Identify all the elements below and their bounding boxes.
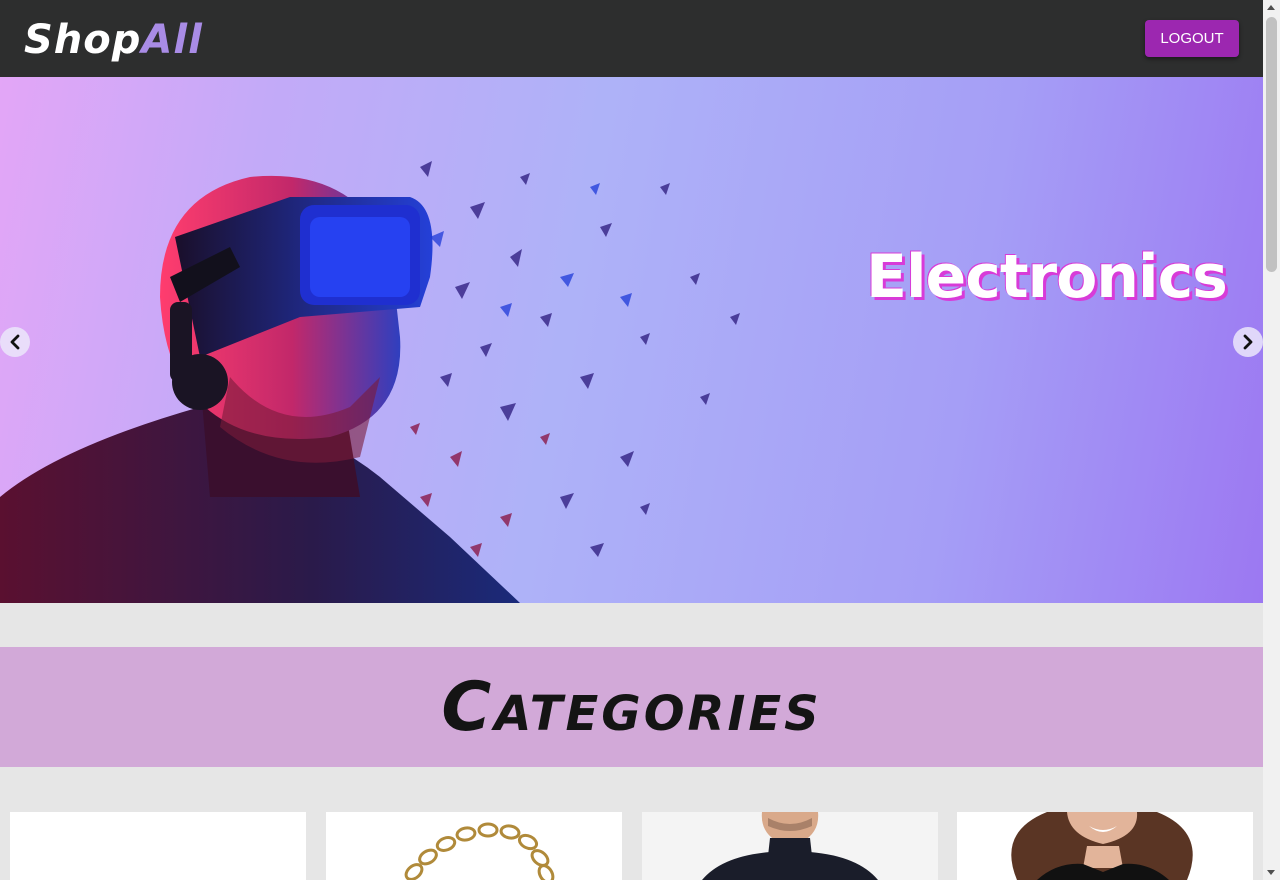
hero-category-title: Electronics: [866, 242, 1228, 312]
chevron-left-icon: [10, 334, 20, 350]
carousel-prev-button[interactable]: [0, 327, 30, 357]
logo-text-shop: Shop: [24, 17, 142, 63]
carousel-next-button[interactable]: [1233, 327, 1263, 357]
category-card-womenswear[interactable]: [957, 812, 1253, 880]
chevron-right-icon: [1243, 334, 1253, 350]
scroll-down-icon[interactable]: [1267, 870, 1275, 875]
necklace-image: [404, 822, 555, 880]
man-turtleneck-image: [702, 812, 878, 880]
page-scrollbar[interactable]: [1263, 0, 1280, 880]
category-card-menswear[interactable]: [642, 812, 938, 880]
logo-text-all: All: [141, 17, 203, 63]
categories-banner: Categories: [0, 647, 1263, 767]
category-card-necklace[interactable]: [326, 812, 622, 880]
categories-title: Categories: [441, 667, 822, 747]
category-card[interactable]: [10, 812, 306, 880]
scrollbar-thumb[interactable]: [1266, 17, 1277, 272]
hero-vr-image: [0, 161, 740, 603]
scroll-up-icon[interactable]: [1267, 5, 1275, 10]
woman-top-image: [1011, 812, 1193, 880]
logout-button[interactable]: LOGOUT: [1145, 20, 1239, 57]
shopall-logo[interactable]: ShopAll: [24, 14, 203, 66]
top-navbar: ShopAll LOGOUT: [0, 0, 1263, 77]
hero-carousel: Electronics: [0, 77, 1263, 603]
